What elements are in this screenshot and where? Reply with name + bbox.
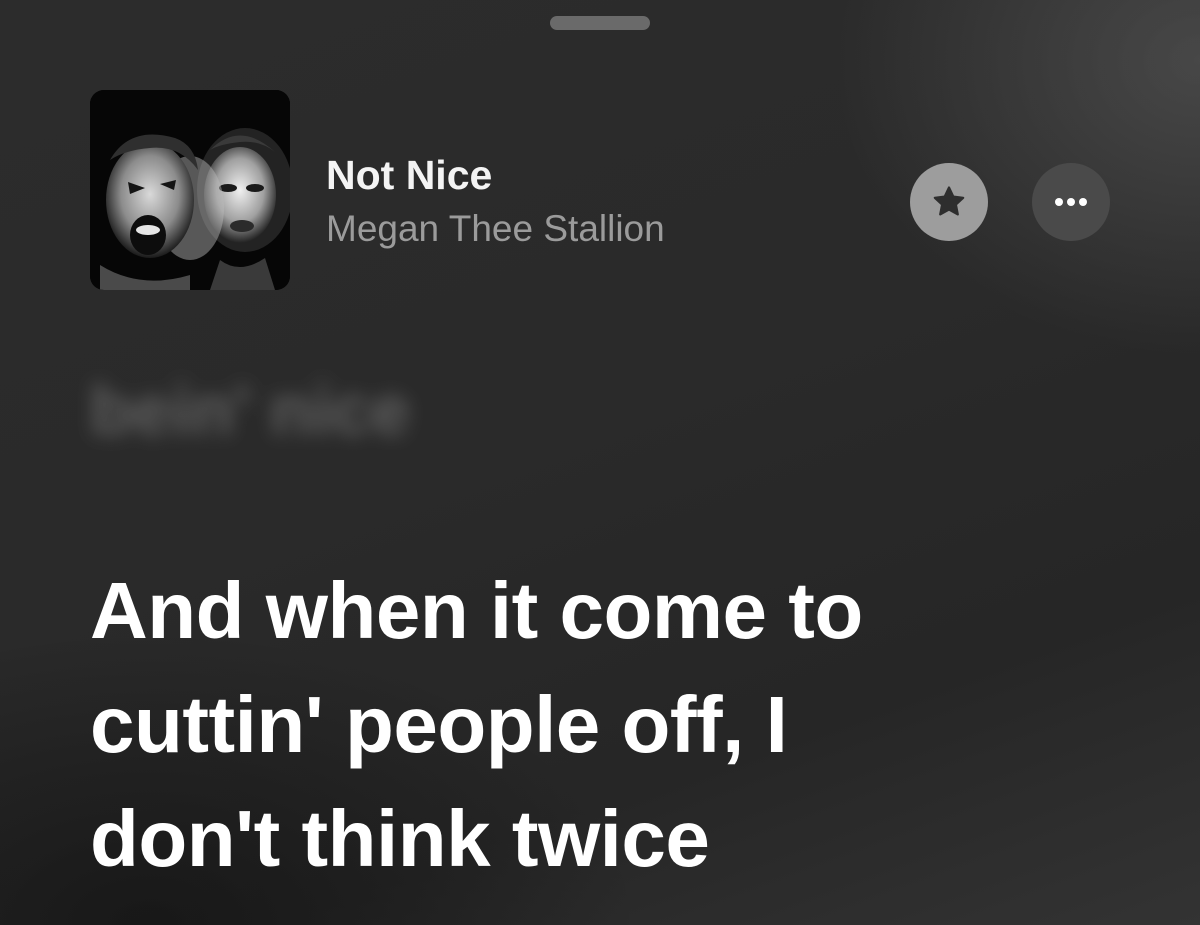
artist-name[interactable]: Megan Thee Stallion: [326, 208, 665, 250]
ellipsis-icon: [1055, 198, 1087, 206]
sheet-grabber[interactable]: [550, 16, 650, 30]
song-title: Not Nice: [326, 152, 493, 198]
current-lyric-line: cuttin' people off, I: [90, 680, 788, 769]
star-icon: [933, 186, 965, 216]
now-playing-header: Not Nice Megan Thee Stallion: [90, 90, 1120, 290]
current-lyric[interactable]: And when it come to cuttin' people off, …: [90, 554, 1150, 896]
current-lyric-line: don't think twice: [90, 794, 710, 883]
current-lyric-line: And when it come to: [90, 566, 863, 655]
previous-lyric-line[interactable]: bein' nice: [90, 370, 410, 450]
more-options-button[interactable]: [1032, 163, 1110, 241]
favorite-button[interactable]: [910, 163, 988, 241]
album-artwork[interactable]: [90, 90, 290, 290]
album-artwork-image: [90, 90, 290, 290]
